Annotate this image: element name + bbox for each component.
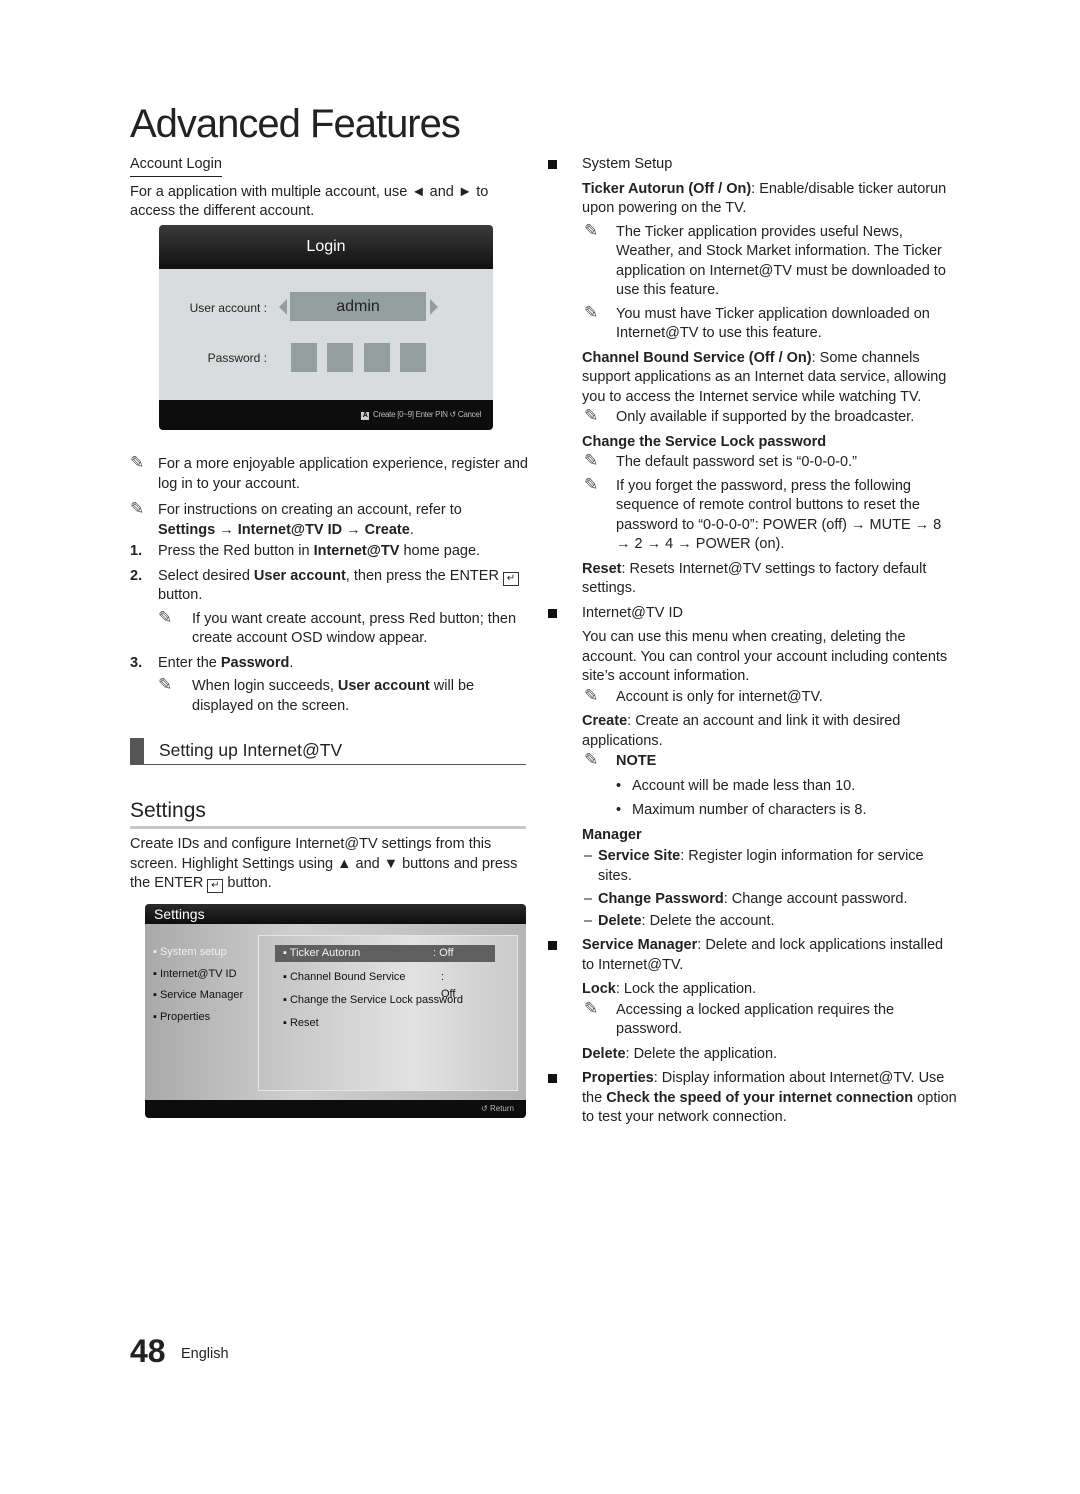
step-3-note: ✎ When login succeeds, User account will… (158, 675, 475, 714)
menu-item-properties[interactable]: ▪ Properties (153, 1007, 243, 1029)
section-heading: Setting up Internet@TV (130, 738, 526, 765)
note: ✎ Accessing a locked application requires… (584, 998, 895, 1038)
square-bullet-icon (548, 941, 557, 950)
internet-id-heading: Internet@TV ID (548, 604, 958, 624)
page-number: 48 (130, 1333, 166, 1369)
note: ✎ The default password set is “0-0-0-0.” (584, 451, 857, 470)
pin-box-2[interactable] (327, 343, 353, 372)
login-osd-window: Login User account : admin Password : A … (159, 225, 493, 430)
note-heading: ✎ NOTE (584, 750, 657, 769)
section-bar (130, 738, 144, 764)
note: ✎ If you forget the password, press the f… (584, 474, 942, 553)
create-desc: Create: Create an account and link it wi… (582, 713, 901, 749)
login-notes: ✎ For a more enjoyable application exper… (130, 451, 530, 716)
note-pencil-icon: ✎ (584, 406, 599, 425)
service-manager-desc: Service Manager: Delete and lock applica… (548, 936, 958, 975)
right-column: System Setup Ticker Autorun (Off / On): … (548, 155, 958, 1128)
manager-item: – Service Site: Register login informatio… (584, 848, 924, 884)
ticker-autorun-desc: Ticker Autorun (Off / On): Enable/disabl… (582, 180, 947, 217)
system-setup-heading: System Setup (548, 155, 958, 175)
lock-password-heading: Change the Service Lock password (582, 433, 827, 450)
manager-heading: Manager (582, 826, 642, 843)
row-change-lock-password[interactable]: ▪ Change the Service Lock password (283, 992, 463, 1009)
settings-path: Settings → Internet@TV ID → Create (158, 521, 410, 538)
pin-box-3[interactable] (364, 343, 390, 372)
cbs-desc: Channel Bound Service (Off / On): Some c… (582, 349, 947, 405)
manager-item: – Change Password: Change account passwor… (584, 891, 908, 907)
note-pencil-icon: ✎ (130, 453, 145, 472)
properties-desc: Properties: Display information about In… (548, 1069, 958, 1128)
create-hint[interactable]: Create (373, 410, 396, 419)
note-pencil-icon: ✎ (584, 998, 599, 1018)
note-pencil-icon: ✎ (130, 499, 145, 518)
internet-id-desc: You can use this menu when creating, del… (582, 629, 948, 684)
lock-desc: Lock: Lock the application. (582, 981, 757, 997)
pin-box-4[interactable] (400, 343, 426, 372)
settings-osd-window: Settings ▪ System setup ▪ Internet@TV ID… (145, 904, 526, 1118)
enter-key-icon: ↵ (207, 879, 224, 893)
step-2: 2. Select desired User account, then pre… (130, 567, 530, 606)
note-pencil-icon: ✎ (158, 607, 173, 627)
settings-osd-title: Settings (145, 904, 526, 924)
arrow-right-icon[interactable] (430, 299, 438, 315)
page-language: English (181, 1346, 229, 1362)
user-account-label: User account : (189, 301, 267, 315)
note: ✎ Only available if supported by the broa… (584, 406, 915, 425)
settings-heading: Settings (130, 797, 526, 829)
pin-box-1[interactable] (291, 343, 317, 372)
step-3: 3. Enter the Password. (130, 654, 294, 671)
note-pencil-icon: ✎ (584, 451, 599, 470)
menu-item-internet-tv-id[interactable]: ▪ Internet@TV ID (153, 964, 243, 986)
enter-pin-hint: [0~9] Enter PIN (397, 410, 448, 419)
note-pencil-icon: ✎ (584, 685, 599, 705)
note-pencil-icon: ✎ (158, 675, 173, 694)
note-bullet: • Maximum number of characters is 8. (616, 802, 867, 818)
reset-desc: Reset: Resets Internet@TV settings to fa… (582, 560, 927, 597)
menu-item-service-manager[interactable]: ▪ Service Manager (153, 985, 243, 1007)
cancel-hint[interactable]: Cancel (458, 410, 481, 419)
account-login-heading: Account Login (130, 155, 222, 177)
page-title: Advanced Features (130, 102, 461, 146)
square-bullet-icon (548, 608, 557, 618)
return-hint[interactable]: Return (490, 1104, 514, 1113)
account-login-section: Account Login For a application with mul… (130, 155, 530, 222)
note: ✎ For instructions on creating an accoun… (130, 499, 462, 538)
password-label: Password : (207, 351, 267, 365)
note-pencil-icon: ✎ (584, 750, 599, 769)
a-key-icon: A (361, 412, 370, 420)
user-account-selector[interactable]: admin (290, 292, 426, 321)
row-reset[interactable]: ▪ Reset (283, 1015, 319, 1032)
return-icon: ↺ (449, 410, 457, 419)
enter-key-icon: ↵ (502, 571, 519, 586)
note-pencil-icon: ✎ (584, 302, 599, 322)
note: ✎ For a more enjoyable application exper… (130, 453, 528, 492)
login-osd-footer: A Create [0~9] Enter PIN ↺ Cancel (159, 400, 493, 430)
account-login-intro: For a application with multiple account,… (130, 183, 489, 220)
settings-description: Create IDs and configure Internet@TV set… (130, 836, 518, 893)
note-pencil-icon: ✎ (584, 220, 599, 240)
note-pencil-icon: ✎ (584, 474, 599, 494)
square-bullet-icon (548, 1074, 557, 1083)
settings-panel: ▪ Ticker Autorun: Off ▪ Channel Bound Se… (258, 935, 518, 1091)
return-icon: ↺ (481, 1104, 488, 1113)
note-bullet: • Account will be made less than 10. (616, 777, 856, 794)
note: ✎ You must have Ticker application downlo… (584, 302, 930, 342)
manager-item: – Delete: Delete the account. (584, 912, 775, 929)
note: ✎ The Ticker application provides useful … (584, 220, 946, 299)
row-channel-bound-service[interactable]: ▪ Channel Bound Service: Off (283, 969, 455, 1000)
step-2-note: ✎ If you want create account, press Red … (158, 607, 517, 647)
settings-left-menu: ▪ System setup ▪ Internet@TV ID ▪ Servic… (153, 942, 243, 1028)
step-1: 1. Press the Red button in Internet@TV h… (130, 543, 481, 559)
delete-desc: Delete: Delete the application. (582, 1045, 778, 1062)
square-bullet-icon (548, 160, 557, 169)
menu-item-system-setup[interactable]: ▪ System setup (153, 942, 243, 964)
arrow-left-icon[interactable] (279, 299, 287, 315)
settings-osd-footer: ↺ Return (145, 1100, 526, 1118)
note: ✎ Account is only for internet@TV. (584, 685, 823, 705)
row-ticker-autorun[interactable]: ▪ Ticker Autorun: Off (275, 945, 495, 962)
login-osd-title: Login (159, 225, 493, 269)
